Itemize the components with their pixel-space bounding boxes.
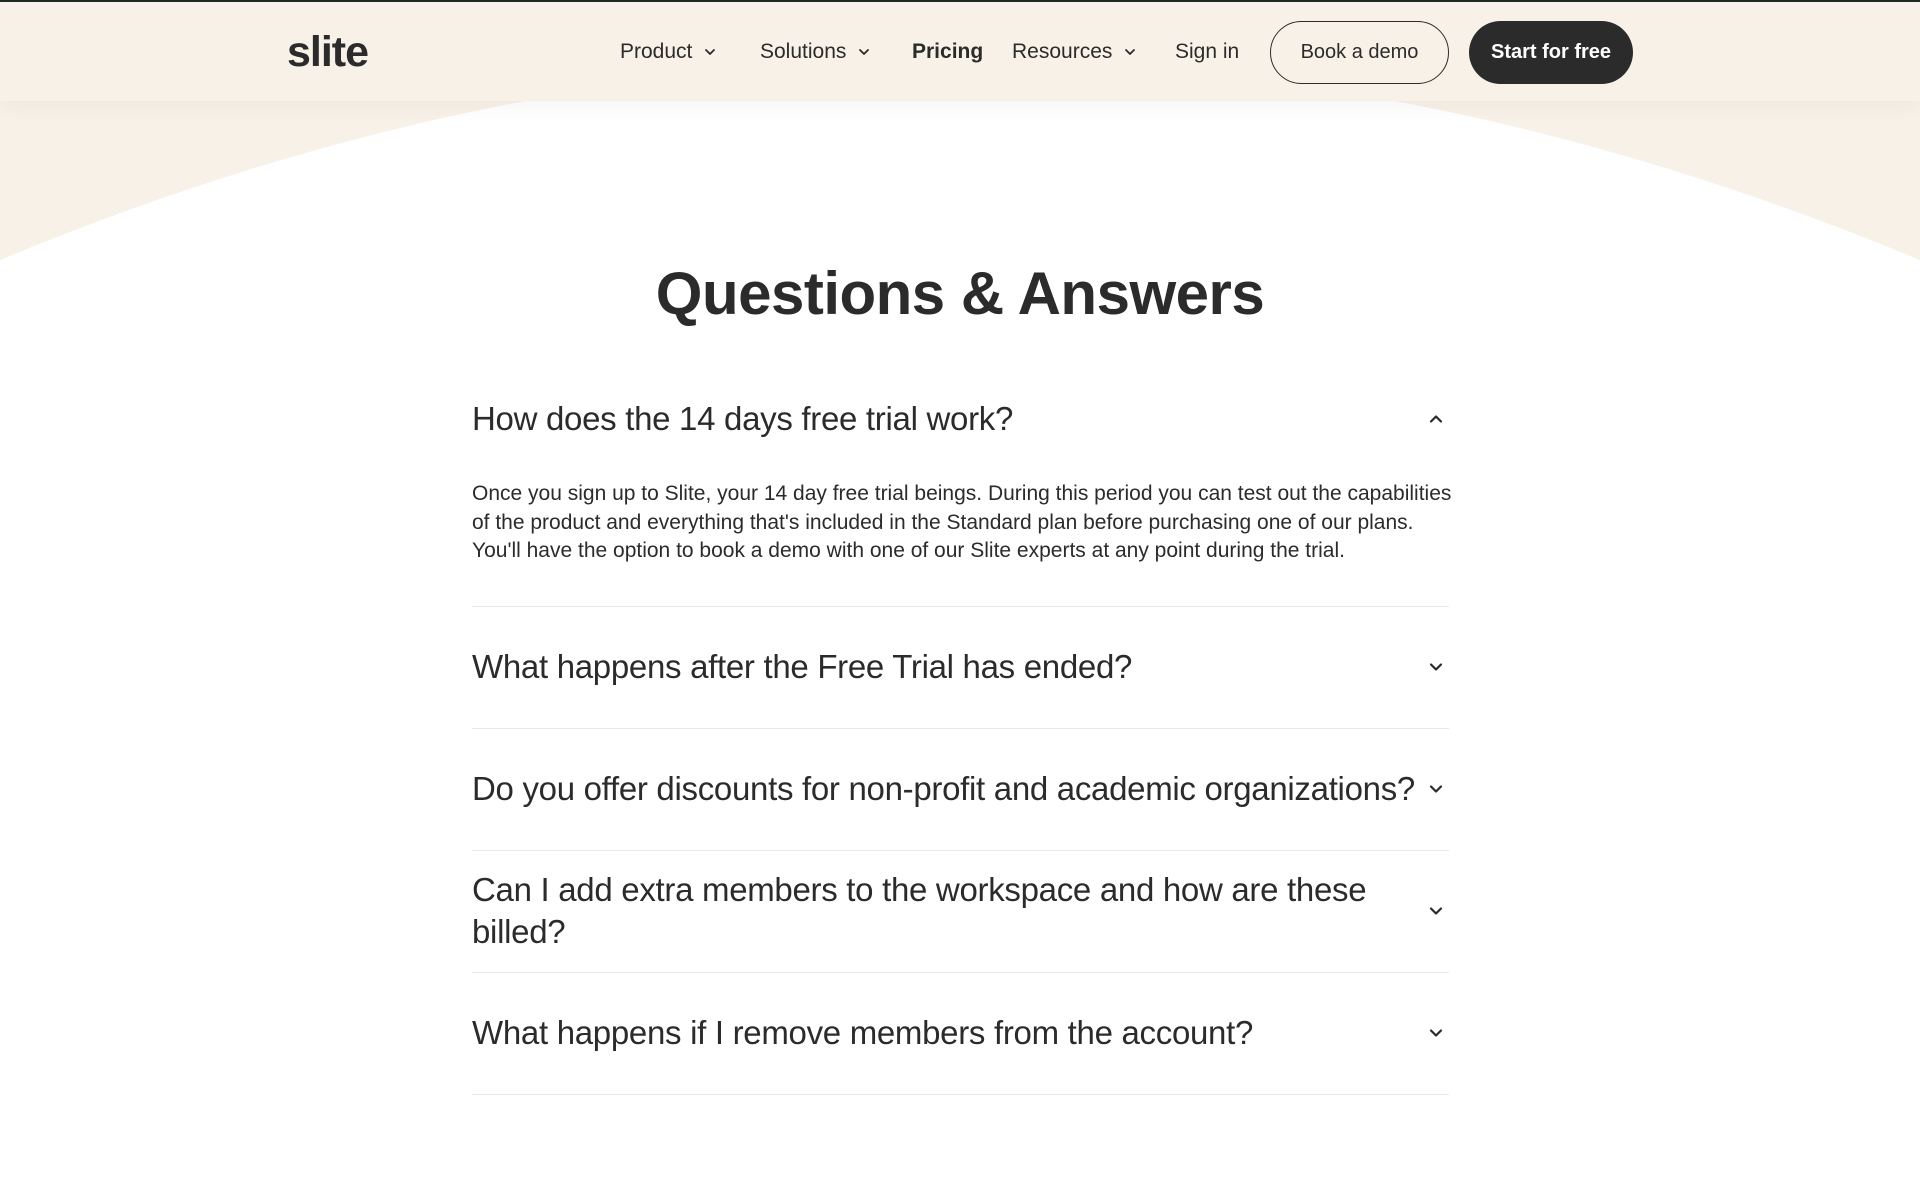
faq-answer: Once you sign up to Slite, your 14 day f… xyxy=(472,482,1452,562)
sign-in-link[interactable]: Sign in xyxy=(1175,38,1239,66)
faq-question: Can I add extra members to the workspace… xyxy=(472,871,1367,950)
chevron-down-icon[interactable] xyxy=(1425,1022,1447,1044)
start-free-button[interactable]: Start for free xyxy=(1469,21,1633,84)
nav-solutions-label: Solutions xyxy=(760,40,847,63)
chevron-down-icon[interactable] xyxy=(1425,900,1447,922)
faq-question-row[interactable]: How does the 14 days free trial work? xyxy=(472,380,1449,458)
faq-question-row[interactable]: Can I add extra members to the workspace… xyxy=(472,851,1449,972)
nav-pricing[interactable]: Pricing xyxy=(912,38,983,66)
faq-question-row[interactable]: Do you offer discounts for non-profit an… xyxy=(472,729,1449,850)
faq-question: What happens if I remove members from th… xyxy=(472,1014,1254,1051)
nav-resources-label: Resources xyxy=(1012,40,1113,63)
chevron-up-icon[interactable] xyxy=(1425,408,1447,430)
faq-item: What happens after the Free Trial has en… xyxy=(472,607,1449,729)
chevron-down-icon xyxy=(1122,44,1138,60)
faq-list: How does the 14 days free trial work? On… xyxy=(472,380,1451,1095)
nav-product[interactable]: Product xyxy=(620,38,718,66)
nav-product-label: Product xyxy=(620,40,693,63)
chevron-down-icon xyxy=(702,44,718,60)
faq-question: What happens after the Free Trial has en… xyxy=(472,648,1133,685)
nav-resources[interactable]: Resources xyxy=(1012,38,1138,66)
chevron-down-icon[interactable] xyxy=(1425,656,1447,678)
faq-item: What happens if I remove members from th… xyxy=(472,973,1449,1095)
chevron-down-icon[interactable] xyxy=(1425,778,1447,800)
faq-item: How does the 14 days free trial work? On… xyxy=(472,380,1451,607)
nav-pricing-label: Pricing xyxy=(912,40,984,63)
faq-item: Do you offer discounts for non-profit an… xyxy=(472,729,1449,851)
sign-in-label: Sign in xyxy=(1175,40,1240,63)
faq-question: How does the 14 days free trial work? xyxy=(472,400,1014,437)
faq-title: Questions & Answers xyxy=(655,260,1265,327)
faq-question: Do you offer discounts for non-profit an… xyxy=(472,770,1415,807)
chevron-down-icon xyxy=(856,44,872,60)
faq-question-row[interactable]: What happens if I remove members from th… xyxy=(472,973,1449,1094)
faq-question-row[interactable]: What happens after the Free Trial has en… xyxy=(472,607,1449,728)
faq-item: Can I add extra members to the workspace… xyxy=(472,851,1449,973)
page: slite Product Solutions Pricing Resource… xyxy=(0,0,1920,1200)
nav-solutions[interactable]: Solutions xyxy=(760,38,872,66)
book-demo-button[interactable]: Book a demo xyxy=(1270,21,1449,84)
slite-logo[interactable]: slite xyxy=(287,24,369,80)
top-navbar: slite Product Solutions Pricing Resource… xyxy=(0,0,1920,101)
